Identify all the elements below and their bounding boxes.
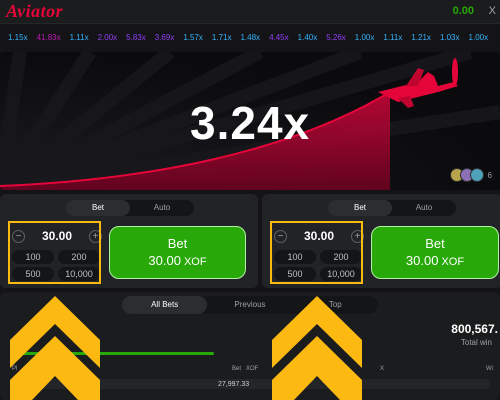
history-multiplier[interactable]: 1.71x [212, 33, 232, 42]
history-multiplier[interactable]: 1.40x [298, 33, 318, 42]
bet-amount-controls: − 30.00 + 100 200 500 10,000 [12, 226, 102, 281]
history-multiplier[interactable]: 1.11x [383, 33, 402, 42]
bet-button[interactable]: Bet 30.00 XOF [371, 226, 499, 279]
tab-top[interactable]: Top [293, 296, 378, 314]
history-multiplier[interactable]: 1.15x [8, 33, 28, 42]
quick-amount-button[interactable]: 100 [12, 250, 54, 264]
bet-button-amount-value: 30.00 [405, 253, 439, 268]
total-win-value: 800,567. [451, 322, 498, 336]
top-bar: Aviator 0.00 X [0, 0, 500, 24]
history-multiplier[interactable]: 1.57x [183, 33, 203, 42]
balance-currency: X [488, 5, 496, 17]
tab-auto[interactable]: Auto [392, 200, 456, 216]
bets-section: All Bets Previous Top 800,567. Total win… [0, 292, 500, 400]
bet-button-currency: XOF [441, 256, 465, 268]
history-multiplier[interactable]: 5.26x [326, 33, 346, 42]
bet-amount-controls: − 30.00 + 100 200 500 10,000 [274, 226, 364, 281]
bet-button-amount: 30.00 XOF [110, 253, 245, 268]
history-multiplier[interactable]: 1.00x [469, 33, 489, 42]
current-multiplier: 3.24x [190, 97, 311, 149]
column-win: Wi [486, 366, 493, 372]
tab-all-bets[interactable]: All Bets [122, 296, 208, 314]
tab-auto[interactable]: Auto [130, 200, 194, 216]
bet-button[interactable]: Bet 30.00 XOF [109, 226, 246, 279]
bet-button-currency: XOF [183, 256, 207, 268]
quick-amount-button[interactable]: 200 [320, 250, 362, 264]
history-multiplier[interactable]: 1.21x [411, 33, 431, 42]
bet-button-label: Bet [167, 236, 188, 251]
quick-amount-button[interactable]: 500 [12, 267, 54, 281]
history-multiplier[interactable]: 1.48x [240, 33, 260, 42]
history-multiplier[interactable]: 1.03x [440, 33, 460, 42]
aviator-logo: Aviator [6, 1, 64, 21]
players-count: 6 [487, 170, 492, 180]
column-player: Pl [12, 366, 18, 372]
amount-stepper: − 30.00 + [274, 226, 364, 246]
quick-amounts: 100 200 500 10,000 [12, 250, 102, 281]
amount-stepper: − 30.00 + [12, 226, 102, 246]
bet-auto-tabs: Bet Auto [66, 200, 194, 216]
history-multiplier[interactable]: 3.69x [155, 33, 175, 42]
bets-progress-bar [14, 352, 214, 355]
history-multiplier[interactable]: 41.83x [37, 33, 61, 42]
tab-bet[interactable]: Bet [66, 200, 130, 216]
bet-button-amount-value: 30.00 [148, 253, 181, 268]
history-multiplier[interactable]: 5.83x [126, 33, 146, 42]
table-row [10, 379, 490, 389]
bet-amount-input[interactable]: 30.00 [42, 229, 72, 243]
aviator-screen: Aviator 0.00 X 1.15x 41.83x 1.11x 2.00x 5.83… [0, 0, 500, 400]
column-x: X [380, 366, 385, 372]
bet-button-amount: 30.00 XOF [372, 253, 498, 268]
history-multiplier[interactable]: 1.11x [70, 33, 89, 42]
multiplier-history: 1.15x 41.83x 1.11x 2.00x 5.83x 3.69x 1.57x 1.71… [0, 26, 500, 48]
quick-amount-button[interactable]: 10,000 [58, 267, 100, 281]
bet-amount-input[interactable]: 30.00 [304, 229, 334, 243]
row-bet-value: 27,997.33 [218, 381, 250, 388]
bet-button-label: Bet [425, 236, 445, 251]
bet-panel-2: Bet Auto − 30.00 + 100 200 500 10,000 Be… [262, 194, 500, 288]
avatar [469, 168, 484, 182]
tab-previous[interactable]: Previous [207, 296, 292, 314]
quick-amount-button[interactable]: 10,000 [320, 267, 362, 281]
quick-amount-button[interactable]: 500 [274, 267, 316, 281]
history-multiplier[interactable]: 2.00x [98, 33, 118, 42]
history-multiplier[interactable]: 4.45x [269, 33, 289, 42]
quick-amount-button[interactable]: 100 [274, 250, 316, 264]
column-bet: Bet [232, 366, 242, 372]
game-canvas: 3.24x 6 [0, 52, 500, 190]
column-currency: XOF [246, 366, 259, 372]
minus-button[interactable]: − [12, 229, 25, 243]
players-avatars: 6 [449, 166, 492, 184]
bets-tabs: All Bets Previous Top [122, 296, 378, 314]
minus-button[interactable]: − [274, 229, 287, 243]
quick-amount-button[interactable]: 200 [58, 250, 100, 264]
quick-amounts: 100 200 500 10,000 [274, 250, 364, 281]
plus-button[interactable]: + [351, 229, 364, 243]
plus-button[interactable]: + [89, 229, 102, 243]
total-win-label: Total win [460, 338, 492, 347]
bet-auto-tabs: Bet Auto [328, 200, 456, 216]
bet-panel-1: Bet Auto − 30.00 + 100 200 500 10,000 Be… [0, 194, 258, 288]
balance-amount: 0.00 [452, 5, 474, 17]
tab-bet[interactable]: Bet [328, 200, 392, 216]
history-multiplier[interactable]: 1.00x [355, 33, 375, 42]
